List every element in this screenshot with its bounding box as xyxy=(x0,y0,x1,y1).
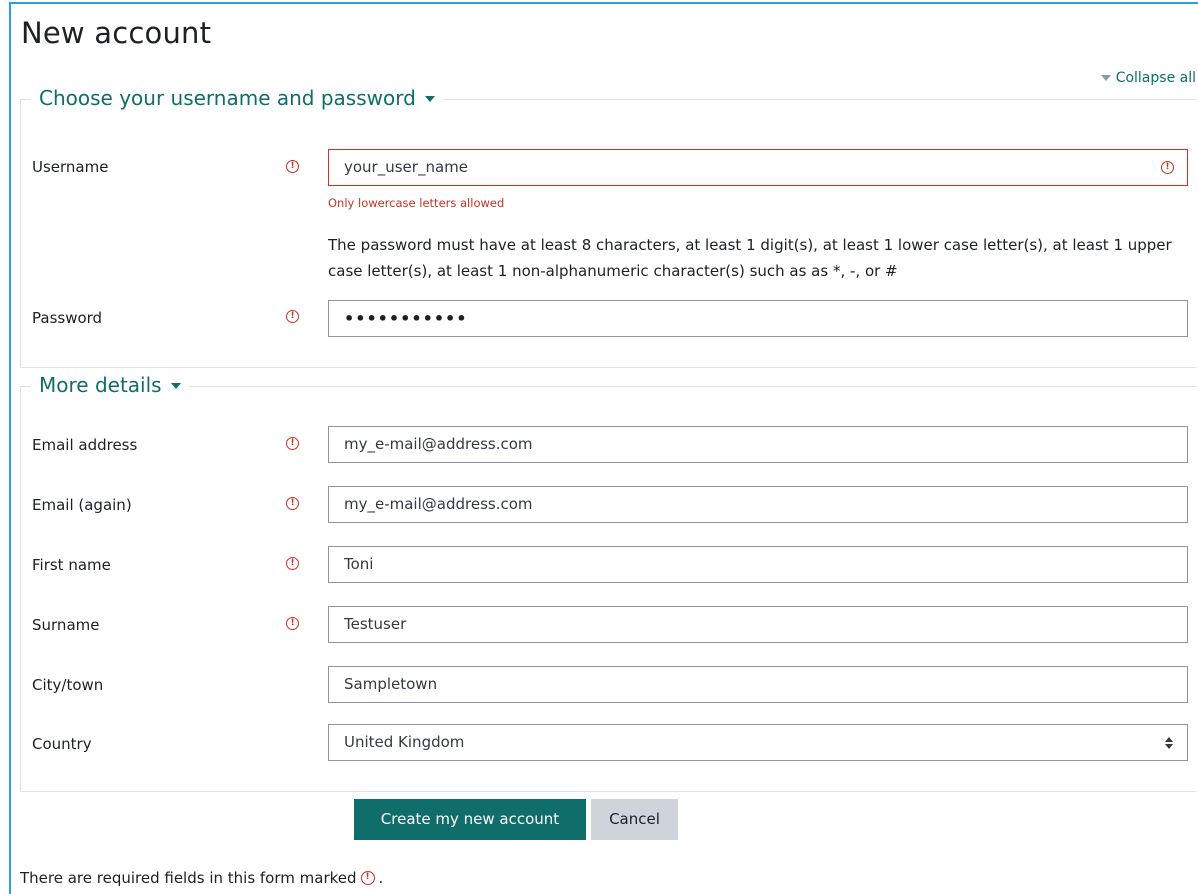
section-toggle-username-password[interactable]: Choose your username and password xyxy=(31,86,443,110)
collapse-all-label: Collapse all xyxy=(1115,70,1196,86)
section-legend-more-details: More details xyxy=(39,373,162,397)
caret-down-icon xyxy=(1100,75,1111,81)
page-frame-top-border xyxy=(9,2,1198,4)
surname-value: Testuser xyxy=(344,615,407,633)
section-toggle-more-details[interactable]: More details xyxy=(31,373,189,397)
surname-input[interactable]: Testuser xyxy=(328,606,1188,643)
create-account-button[interactable]: Create my new account xyxy=(354,799,586,840)
caret-down-icon xyxy=(170,383,181,389)
collapse-all-link[interactable]: Collapse all xyxy=(1100,70,1196,86)
username-value: your_user_name xyxy=(344,158,468,176)
sort-arrows-icon xyxy=(1165,737,1173,749)
city-value: Sampletown xyxy=(344,675,438,693)
error-icon: ! xyxy=(1161,161,1174,174)
required-fields-note: There are required fields in this form m… xyxy=(20,869,383,887)
first-name-label: First name xyxy=(32,556,111,574)
email-again-value: my_e-mail@address.com xyxy=(344,495,533,513)
email-value: my_e-mail@address.com xyxy=(344,435,533,453)
required-icon: ! xyxy=(286,437,299,450)
page-title: New account xyxy=(21,16,212,50)
cancel-button[interactable]: Cancel xyxy=(591,799,678,840)
email-again-input[interactable]: my_e-mail@address.com xyxy=(328,486,1188,523)
password-value: ••••••••••• xyxy=(344,309,468,328)
country-value: United Kingdom xyxy=(344,733,465,751)
email-label: Email address xyxy=(32,436,138,454)
surname-label: Surname xyxy=(32,616,100,634)
password-policy-text: The password must have at least 8 charac… xyxy=(328,236,1172,280)
required-note-suffix: . xyxy=(378,869,384,887)
city-label: City/town xyxy=(32,676,104,694)
password-input[interactable]: ••••••••••• xyxy=(328,300,1188,337)
section-legend-username-password: Choose your username and password xyxy=(39,86,416,110)
required-icon: ! xyxy=(286,310,299,323)
required-icon: ! xyxy=(286,617,299,630)
country-label: Country xyxy=(32,735,92,753)
city-input[interactable]: Sampletown xyxy=(328,666,1188,703)
caret-down-icon xyxy=(424,96,435,102)
required-icon: ! xyxy=(286,160,299,173)
first-name-input[interactable]: Toni xyxy=(328,546,1188,583)
username-input[interactable]: your_user_name ! xyxy=(328,149,1188,186)
country-select[interactable]: United Kingdom xyxy=(328,724,1188,761)
email-input[interactable]: my_e-mail@address.com xyxy=(328,426,1188,463)
first-name-value: Toni xyxy=(344,555,374,573)
username-error-message: Only lowercase letters allowed xyxy=(328,196,505,210)
username-label: Username xyxy=(32,158,109,176)
password-label: Password xyxy=(32,309,103,327)
required-icon: ! xyxy=(286,497,299,510)
email-again-label: Email (again) xyxy=(32,496,132,514)
required-icon: ! xyxy=(286,557,299,570)
page-frame-left-border xyxy=(9,2,11,894)
required-icon: ! xyxy=(360,871,375,885)
required-note-text: There are required fields in this form m… xyxy=(20,869,357,887)
